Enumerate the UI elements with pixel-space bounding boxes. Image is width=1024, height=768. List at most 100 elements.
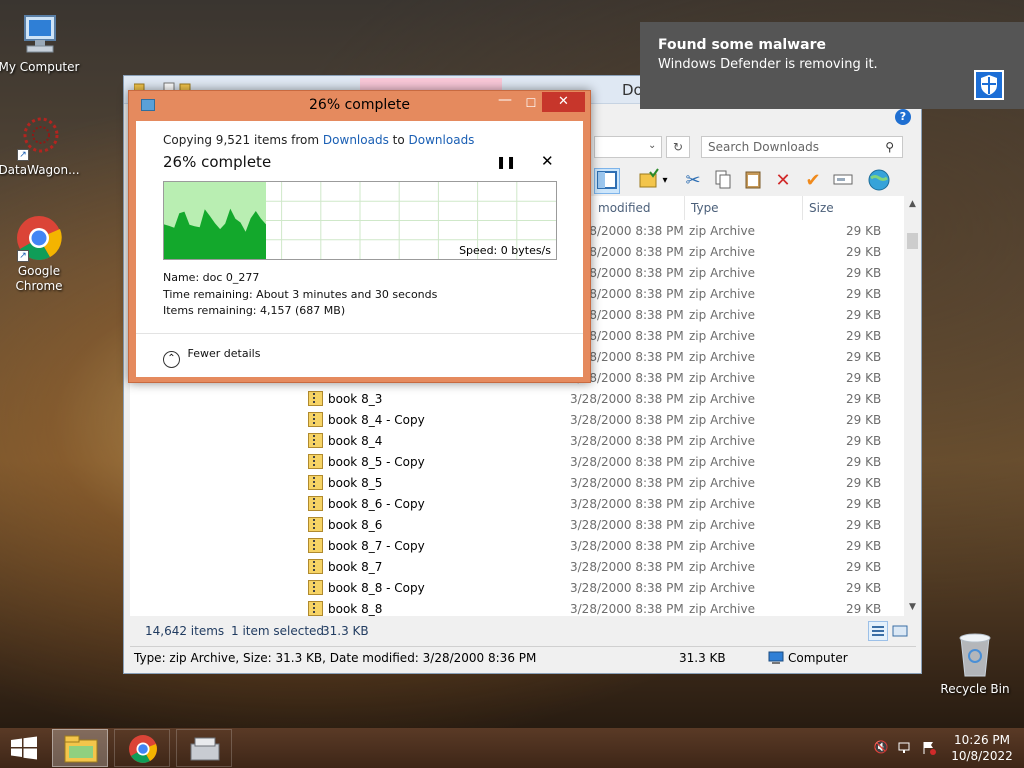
globe-icon	[868, 169, 890, 191]
chevron-down-icon[interactable]: ⌄	[648, 140, 656, 151]
table-row[interactable]: book 8_4 3/28/2000 8:38 PM zip Archive 2…	[130, 431, 904, 452]
taskbar-clock[interactable]: 10:26 PM 10/8/2022	[950, 732, 1014, 764]
size-cell: 29 KB	[846, 602, 882, 616]
start-button[interactable]	[10, 736, 38, 760]
close-button[interactable]: ✕	[542, 92, 585, 112]
action-center-flag-icon[interactable]	[921, 740, 937, 756]
defender-toast-notification[interactable]: Found some malware Windows Defender is r…	[640, 22, 1024, 109]
paste-button[interactable]	[740, 168, 766, 194]
taskbar-chrome[interactable]	[114, 729, 170, 767]
volume-muted-icon[interactable]: 🔇	[873, 740, 889, 756]
size-cell: 29 KB	[846, 455, 882, 469]
file-copy-icon	[190, 737, 220, 761]
time-value: About 3 minutes and 30 seconds	[256, 288, 438, 301]
cancel-button[interactable]: ✕	[541, 152, 554, 170]
minimize-icon: —	[498, 92, 512, 108]
taskbar-file-explorer[interactable]	[52, 729, 108, 767]
details-pane-button[interactable]	[594, 168, 620, 194]
cut-button[interactable]: ✂	[680, 168, 706, 194]
network-icon[interactable]	[897, 740, 913, 756]
size-cell: 29 KB	[846, 539, 882, 553]
search-placeholder: Search Downloads	[708, 140, 819, 154]
rename-button[interactable]	[830, 168, 856, 194]
desktop-icon-my-computer[interactable]: My Computer	[0, 10, 81, 75]
scroll-thumb[interactable]	[907, 233, 918, 249]
table-row[interactable]: book 8_8 - Copy 3/28/2000 8:38 PM zip Ar…	[130, 578, 904, 599]
table-row[interactable]: book 8_6 - Copy 3/28/2000 8:38 PM zip Ar…	[130, 494, 904, 515]
table-row[interactable]: book 8_4 - Copy 3/28/2000 8:38 PM zip Ar…	[130, 410, 904, 431]
zip-file-icon	[308, 496, 323, 511]
thumbnail-view-button[interactable]	[890, 621, 910, 641]
organize-dropdown[interactable]: ▾	[658, 168, 672, 194]
copy-summary-to: to	[392, 133, 405, 147]
destination-link[interactable]: Downloads	[409, 133, 475, 147]
desktop-icon-recycle-bin[interactable]: Recycle Bin	[940, 630, 1010, 696]
name-cell: book 8_6 - Copy	[308, 494, 425, 515]
desktop-icon-google-chrome[interactable]: ↗ Google Chrome	[0, 214, 81, 294]
column-header-label: modified	[598, 201, 651, 215]
help-icon[interactable]: ?	[895, 109, 911, 125]
copy-icon	[715, 170, 731, 189]
column-header-type[interactable]: Type	[684, 196, 802, 220]
desktop-icon-label: Recycle Bin	[940, 682, 1010, 696]
type-cell: zip Archive	[689, 224, 755, 238]
copy-progress-dialog[interactable]: 26% complete — ☐ ✕ Copying 9,521 items f…	[128, 90, 591, 383]
table-row[interactable]: book 8_5 3/28/2000 8:38 PM zip Archive 2…	[130, 473, 904, 494]
size-cell: 29 KB	[846, 434, 882, 448]
vertical-scrollbar[interactable]: ▲ ▼	[904, 196, 921, 616]
check-button[interactable]: ✔	[800, 168, 826, 194]
size-cell: 29 KB	[846, 371, 882, 385]
size-cell: 29 KB	[846, 581, 882, 595]
desktop-icon-datawagon[interactable]: ↗ DataWagon...	[0, 113, 81, 178]
file-name: book 8_7	[328, 560, 383, 574]
taskbar-file-copy[interactable]	[176, 729, 232, 767]
fewer-details-label: Fewer details	[187, 347, 261, 360]
name-cell: book 8_8 - Copy	[308, 578, 425, 599]
table-row[interactable]: book 8_5 - Copy 3/28/2000 8:38 PM zip Ar…	[130, 452, 904, 473]
close-icon: ✕	[541, 152, 554, 170]
shortcut-arrow-icon: ↗	[17, 149, 29, 161]
desktop-icon-label: My Computer	[0, 60, 80, 74]
items-label: Items remaining:	[163, 304, 257, 317]
table-row[interactable]: book 8_7 3/28/2000 8:38 PM zip Archive 2…	[130, 557, 904, 578]
details-view-button[interactable]	[868, 621, 888, 641]
copy-button[interactable]	[710, 168, 736, 194]
table-row[interactable]: book 8_3 3/28/2000 8:38 PM zip Archive 2…	[130, 389, 904, 410]
maximize-button[interactable]: ☐	[520, 93, 542, 113]
scroll-down-icon[interactable]: ▼	[904, 599, 921, 616]
rename-icon	[833, 174, 853, 185]
zip-file-icon	[308, 517, 323, 532]
type-cell: zip Archive	[689, 413, 755, 427]
progress-graph: Speed: 0 bytes/s	[163, 181, 557, 260]
delete-button[interactable]: ✕	[770, 168, 796, 194]
type-cell: zip Archive	[689, 476, 755, 490]
name-label: Name:	[163, 271, 200, 284]
table-row[interactable]: book 8_7 - Copy 3/28/2000 8:38 PM zip Ar…	[130, 536, 904, 557]
column-header-date[interactable]: modified	[592, 196, 684, 220]
pause-button[interactable]: ❚❚	[496, 155, 516, 169]
pane-icon	[597, 171, 617, 189]
table-row[interactable]: book 8_8 3/28/2000 8:38 PM zip Archive 2…	[130, 599, 904, 620]
globe-button[interactable]	[866, 168, 892, 194]
windows-logo-icon	[11, 736, 37, 760]
details-info: Type: zip Archive, Size: 31.3 KB, Date m…	[134, 651, 537, 665]
table-row[interactable]: book 8_6 3/28/2000 8:38 PM zip Archive 2…	[130, 515, 904, 536]
dialog-title-bar[interactable]: 26% complete — ☐ ✕	[129, 91, 590, 117]
fewer-details-button[interactable]: ⌃ Fewer details	[163, 347, 260, 368]
selection-count: 1 item selected	[231, 624, 325, 638]
status-bar: 14,642 items 1 item selected 31.3 KB	[130, 621, 916, 643]
name-cell: book 8_7 - Copy	[308, 536, 425, 557]
search-icon: ⚲	[885, 140, 894, 154]
zip-file-icon	[308, 454, 323, 469]
column-header-size[interactable]: Size	[802, 196, 882, 220]
source-link[interactable]: Downloads	[323, 133, 389, 147]
scroll-up-icon[interactable]: ▲	[904, 196, 921, 213]
minimize-button[interactable]: —	[492, 93, 518, 113]
refresh-button[interactable]: ↻	[666, 136, 690, 158]
refresh-icon: ↻	[672, 140, 684, 154]
date-cell: 3/28/2000 8:38 PM	[570, 539, 684, 553]
chrome-icon: ↗	[15, 214, 63, 262]
size-cell: 29 KB	[846, 287, 882, 301]
maximize-icon: ☐	[525, 96, 537, 110]
search-input[interactable]: Search Downloads ⚲	[701, 136, 903, 158]
